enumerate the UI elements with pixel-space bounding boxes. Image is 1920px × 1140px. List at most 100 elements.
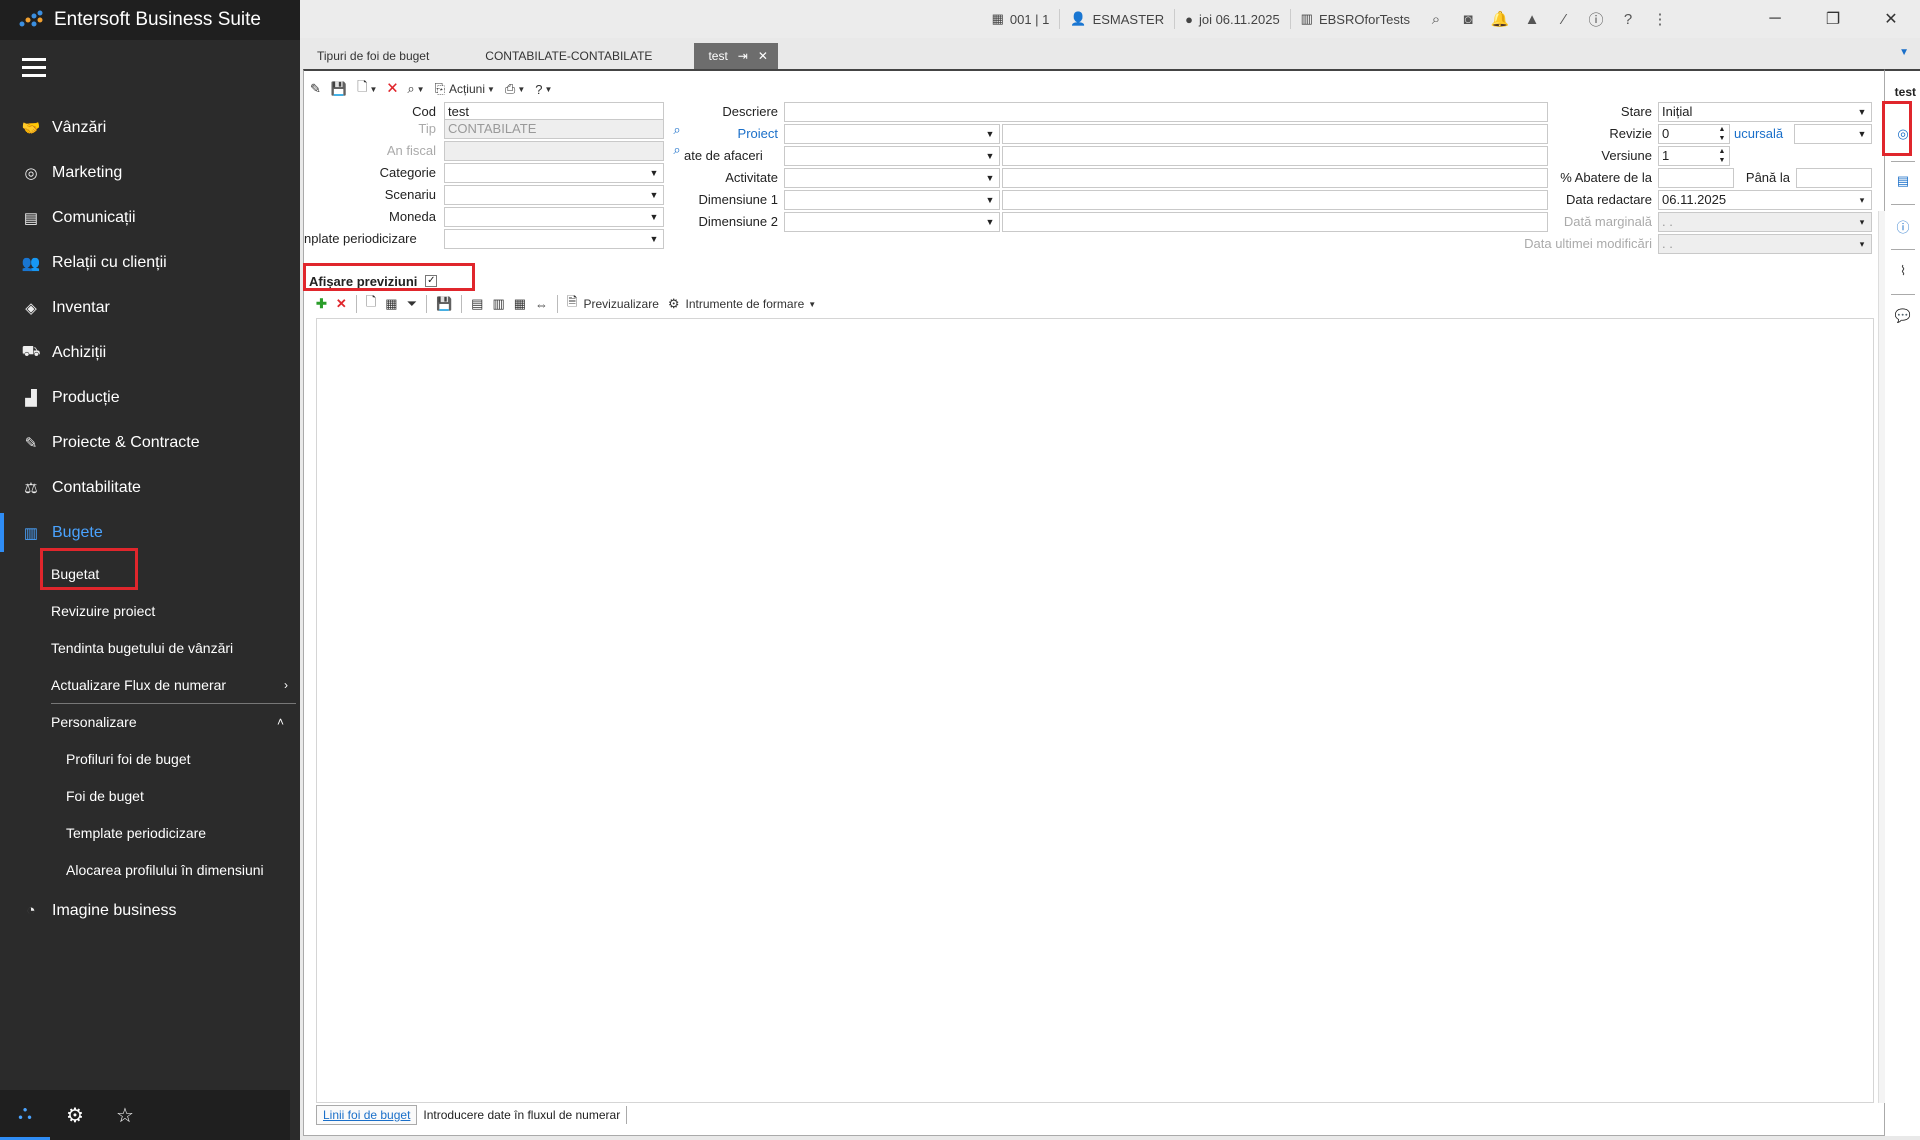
add-row-icon[interactable]: ✚	[316, 296, 327, 312]
format-tools-menu[interactable]: ⚙ Intrumente de formare ▼	[668, 296, 816, 312]
sidebar-subitem-personalizare[interactable]: Personalizare ˄	[51, 703, 296, 740]
print-icon[interactable]: ⎙ ▼	[505, 81, 525, 97]
sidebar-item-productie[interactable]: ▟ Producție	[0, 375, 300, 420]
descriere-field[interactable]	[784, 102, 1548, 122]
more-vertical-icon[interactable]: ⋮	[1644, 10, 1676, 28]
sidebar-subitem-revizuire[interactable]: Revizuire proiect	[0, 592, 300, 629]
proiect-select[interactable]: ▼	[784, 124, 1000, 144]
scenariu-select[interactable]: ▼	[444, 185, 664, 205]
proiect-label[interactable]: Proiect	[684, 126, 778, 141]
dropdown-arrow-icon: ▼	[985, 129, 995, 139]
dimensiune2-select[interactable]: ▼	[784, 212, 1000, 232]
restore-icon[interactable]: ❐	[1804, 9, 1862, 29]
tab-linii-foi[interactable]: Linii foi de buget	[316, 1105, 418, 1125]
dot-icon: ●	[1185, 11, 1193, 27]
info-circle-icon[interactable]: ⓘ	[1892, 215, 1914, 237]
filter-icon[interactable]: ⏷	[407, 296, 417, 312]
sitemap-icon[interactable]: ⛬	[0, 1090, 50, 1140]
preview-button[interactable]: 🗎 Previzualizare	[567, 293, 659, 315]
sidebar-item-imagine-business[interactable]: ◔ Imagine business	[0, 888, 300, 933]
sidebar-item-comunicatii[interactable]: ▤ Comunicații	[0, 195, 300, 240]
sidebar-subitem-flux[interactable]: Actualizare Flux de numerar ›	[0, 666, 300, 703]
sidebar-item-marketing[interactable]: ◎ Marketing	[0, 150, 300, 195]
date-indicator[interactable]: ● joi 06.11.2025	[1174, 9, 1290, 29]
insert-row-icon[interactable]: ▤	[471, 296, 483, 312]
versiune-stepper[interactable]: 1 ▲ ▼	[1658, 146, 1730, 166]
edit-pencil-icon[interactable]: ✎	[310, 81, 321, 97]
sidebar-subsubitem-profiluri[interactable]: Profiluri foi de buget	[0, 740, 300, 777]
sidebar-footer: ⛬ ⚙ ☆	[0, 1090, 290, 1140]
moneda-select[interactable]: ▼	[444, 207, 664, 227]
hamburger-menu-icon[interactable]	[22, 58, 46, 78]
dimensiune1-select[interactable]: ▼	[784, 190, 1000, 210]
chat-icon[interactable]: 💬	[1892, 305, 1914, 327]
tabs-dropdown-icon[interactable]: ▼	[1899, 47, 1909, 58]
categorie-select[interactable]: ▼	[444, 163, 664, 183]
brush-icon[interactable]: ⁄	[1548, 11, 1580, 28]
search-icon[interactable]: ⌕	[1420, 11, 1452, 28]
spinner-icon[interactable]: ▲ ▼	[1715, 147, 1729, 165]
calculator-icon[interactable]: ▦	[385, 296, 397, 312]
save-icon[interactable]: 💾	[331, 81, 347, 97]
new-document-icon[interactable]: 🗋 ▼	[357, 78, 377, 100]
warning-icon[interactable]: ▲	[1516, 11, 1548, 28]
budget-lines-grid[interactable]	[316, 318, 1874, 1103]
activitate-select[interactable]: ▼	[784, 168, 1000, 188]
sidebar-item-achizitii[interactable]: ⛟ Achiziții	[0, 330, 300, 375]
camera-icon[interactable]: ◙	[1452, 11, 1484, 28]
sidebar-subsubitem-foi[interactable]: Foi de buget	[0, 777, 300, 814]
bell-icon[interactable]: 🔔	[1484, 10, 1516, 28]
save-grid-icon[interactable]: 💾	[436, 296, 452, 312]
favorites-star-icon[interactable]: ☆	[100, 1090, 150, 1140]
revizie-stepper[interactable]: 0 ▲ ▼	[1658, 124, 1730, 144]
app-title: Entersoft Business Suite	[54, 9, 261, 30]
help-circle-icon[interactable]: ? ▼	[535, 82, 552, 97]
help-icon[interactable]: ?	[1612, 11, 1644, 28]
afaceri-select[interactable]: ▼	[784, 146, 1000, 166]
new-page-icon[interactable]: 🗋	[366, 293, 376, 315]
sidebar-item-contabilitate[interactable]: ⚖ Contabilitate	[0, 465, 300, 510]
dropdown-arrow-icon: ▼	[1857, 129, 1867, 139]
close-tab-icon[interactable]: ✕	[758, 49, 768, 63]
sidebar-item-relatii[interactable]: 👥 Relații cu clienții	[0, 240, 300, 285]
zoom-search-icon[interactable]: ⌕ ▼	[407, 81, 424, 97]
sidebar-item-inventar[interactable]: ◈ Inventar	[0, 285, 300, 330]
tab-flux-numerar[interactable]: Introducere date în fluxul de numerar	[417, 1106, 628, 1124]
spinner-icon[interactable]: ▲ ▼	[1715, 125, 1729, 143]
pin-icon[interactable]: ⇥	[738, 49, 748, 63]
fit-columns-icon[interactable]: ⇔	[535, 297, 548, 312]
sidebar-subsubitem-template[interactable]: Template periodicizare	[0, 814, 300, 851]
data-redactare-field[interactable]: 06.11.2025 ▾	[1658, 190, 1872, 210]
table-dropdown-icon[interactable]: ▥	[492, 296, 504, 312]
minimize-icon[interactable]: ─	[1746, 10, 1804, 28]
close-icon[interactable]: ✕	[1862, 9, 1920, 29]
tab-contabilate[interactable]: CONTABILATE-CONTABILATE	[471, 43, 666, 69]
pana-la-field[interactable]	[1796, 168, 1872, 188]
document-toolbar: ✎ 💾 🗋 ▼ 🗙 ⌕ ▼ ⎘ Acțiuni ▼ ⎙ ▼ ? ▼	[310, 79, 562, 99]
notes-icon[interactable]: ▤	[1892, 170, 1914, 192]
sidebar-subitem-tendinta[interactable]: Tendinta bugetului de vânzări	[0, 629, 300, 666]
template-select[interactable]: ▼	[444, 229, 664, 249]
company-indicator[interactable]: ▦ 001 | 1	[982, 9, 1060, 29]
columns-icon[interactable]: ▦	[514, 296, 526, 312]
stare-select[interactable]: Inițial ▼	[1658, 102, 1872, 122]
sidebar-item-vanzari[interactable]: 🤝 Vânzări	[0, 105, 300, 150]
tab-test[interactable]: test ⇥ ✕	[694, 43, 778, 69]
document-title: test	[1894, 85, 1916, 99]
sidebar-item-proiecte[interactable]: ✎ Proiecte & Contracte	[0, 420, 300, 465]
sucursala-label[interactable]: ucursală	[1734, 126, 1792, 141]
database-indicator[interactable]: ▥ EBSROforTests	[1289, 9, 1420, 29]
delete-document-icon[interactable]: 🗙	[387, 78, 397, 100]
dropdown-arrow-icon: ▼	[649, 190, 659, 200]
info-icon[interactable]: ⓘ	[1580, 9, 1612, 30]
tab-tipuri[interactable]: Tipuri de foi de buget	[303, 43, 443, 69]
sucursala-select[interactable]: ▼	[1794, 124, 1872, 144]
sidebar-subsubitem-alocarea[interactable]: Alocarea profilului în dimensiuni	[0, 851, 300, 888]
actions-menu[interactable]: ⎘ Acțiuni ▼	[435, 81, 495, 97]
delete-row-icon[interactable]: ✕	[336, 296, 347, 312]
paperclip-icon[interactable]: ⌇	[1892, 260, 1914, 282]
pana-la-label: Până la	[1745, 170, 1790, 185]
settings-gear-icon[interactable]: ⚙	[50, 1090, 100, 1140]
user-indicator[interactable]: 👤 ESMASTER	[1059, 9, 1174, 29]
abatere-field[interactable]	[1658, 168, 1734, 188]
